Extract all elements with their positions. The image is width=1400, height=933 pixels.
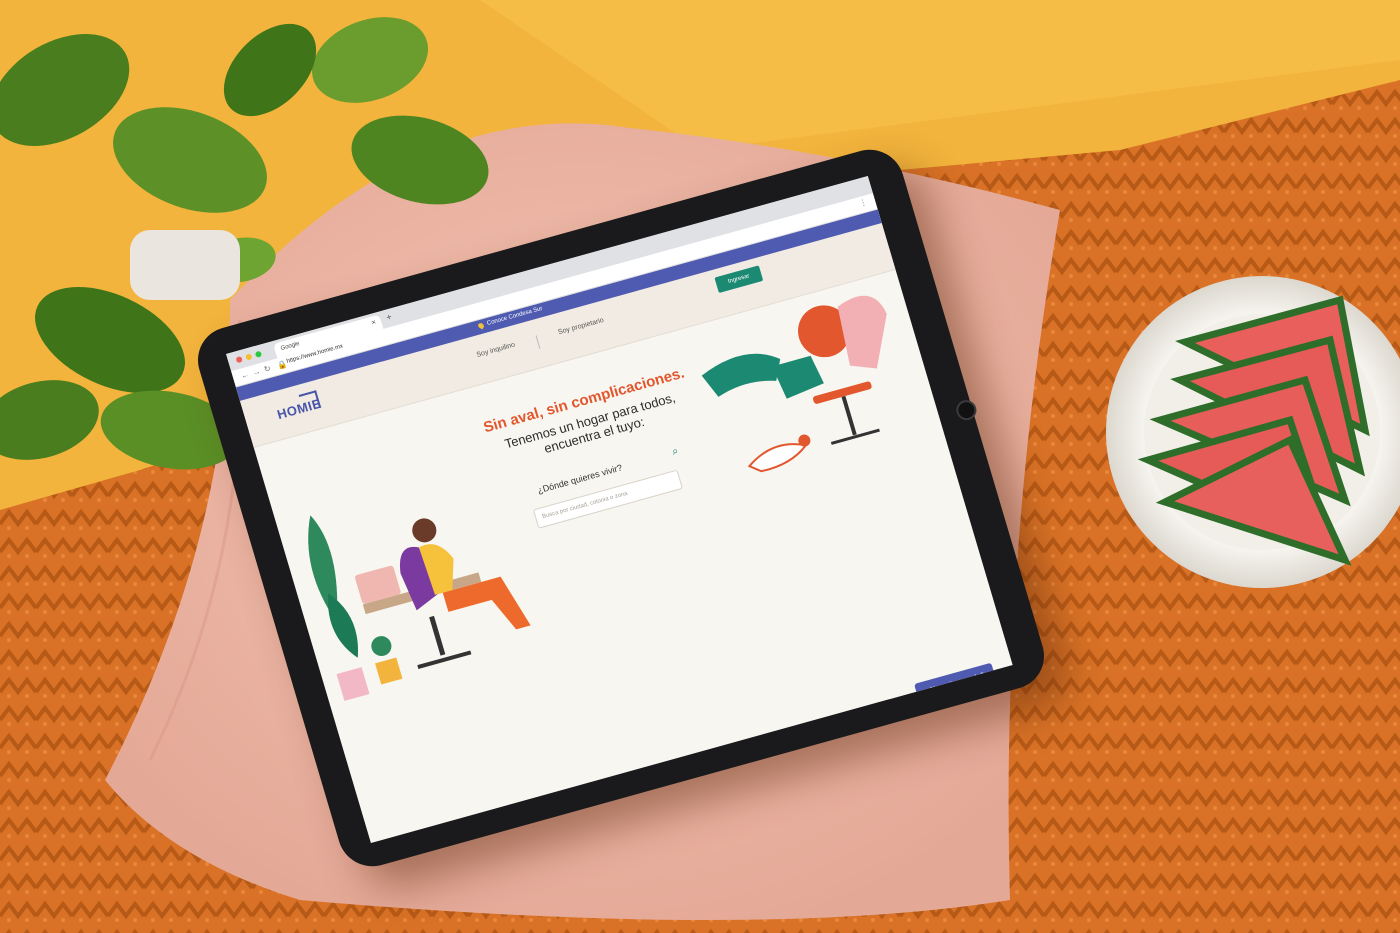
- browser-menu-icon[interactable]: ⋮: [858, 197, 868, 208]
- login-button[interactable]: Ingresar: [714, 265, 764, 294]
- minimize-window-icon[interactable]: [245, 353, 253, 361]
- tab-divider: [535, 335, 541, 350]
- close-window-icon[interactable]: [235, 355, 243, 364]
- window-controls: [235, 350, 263, 364]
- tab-tenant[interactable]: Soy inquilino: [476, 342, 518, 366]
- reload-icon[interactable]: ↻: [263, 364, 272, 374]
- tab-owner[interactable]: Soy propietario: [557, 317, 606, 343]
- new-tab-icon[interactable]: +: [385, 312, 393, 323]
- maximize-window-icon[interactable]: [254, 350, 263, 358]
- search-icon[interactable]: ⌕: [671, 445, 681, 459]
- browser-tab-title: Google: [280, 341, 301, 352]
- location-search-input[interactable]: Busca por ciudad, colonia o zona: [532, 469, 684, 529]
- back-icon[interactable]: ←: [240, 370, 250, 381]
- tab-close-icon[interactable]: ✕: [370, 319, 378, 327]
- woman-at-desk-illustration: [308, 515, 531, 701]
- forward-icon[interactable]: →: [251, 367, 261, 378]
- location-pin-icon: [477, 322, 485, 330]
